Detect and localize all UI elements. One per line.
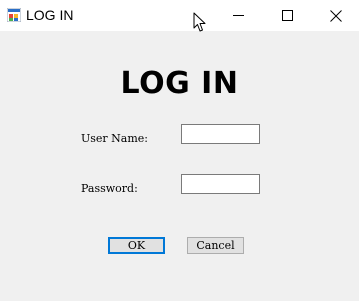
- username-input[interactable]: [181, 124, 260, 144]
- minimize-button[interactable]: [215, 0, 261, 31]
- password-label: Password:: [81, 182, 138, 195]
- username-label: User Name:: [81, 132, 149, 145]
- window-title: LOG IN: [26, 7, 74, 23]
- close-icon: [330, 9, 342, 22]
- minimize-icon: [232, 15, 244, 16]
- login-heading: LOG IN: [120, 66, 239, 101]
- ok-button[interactable]: OK: [108, 237, 165, 254]
- app-icon: [7, 8, 21, 22]
- close-button[interactable]: [313, 0, 359, 31]
- login-window: LOG IN LOG IN User Name: Password: OK Ca…: [0, 0, 359, 301]
- maximize-button[interactable]: [264, 0, 310, 31]
- cancel-button[interactable]: Cancel: [187, 237, 244, 254]
- mouse-cursor-icon: [193, 12, 206, 32]
- maximize-icon: [281, 10, 293, 21]
- password-input[interactable]: [181, 174, 260, 194]
- title-bar[interactable]: LOG IN: [0, 0, 359, 32]
